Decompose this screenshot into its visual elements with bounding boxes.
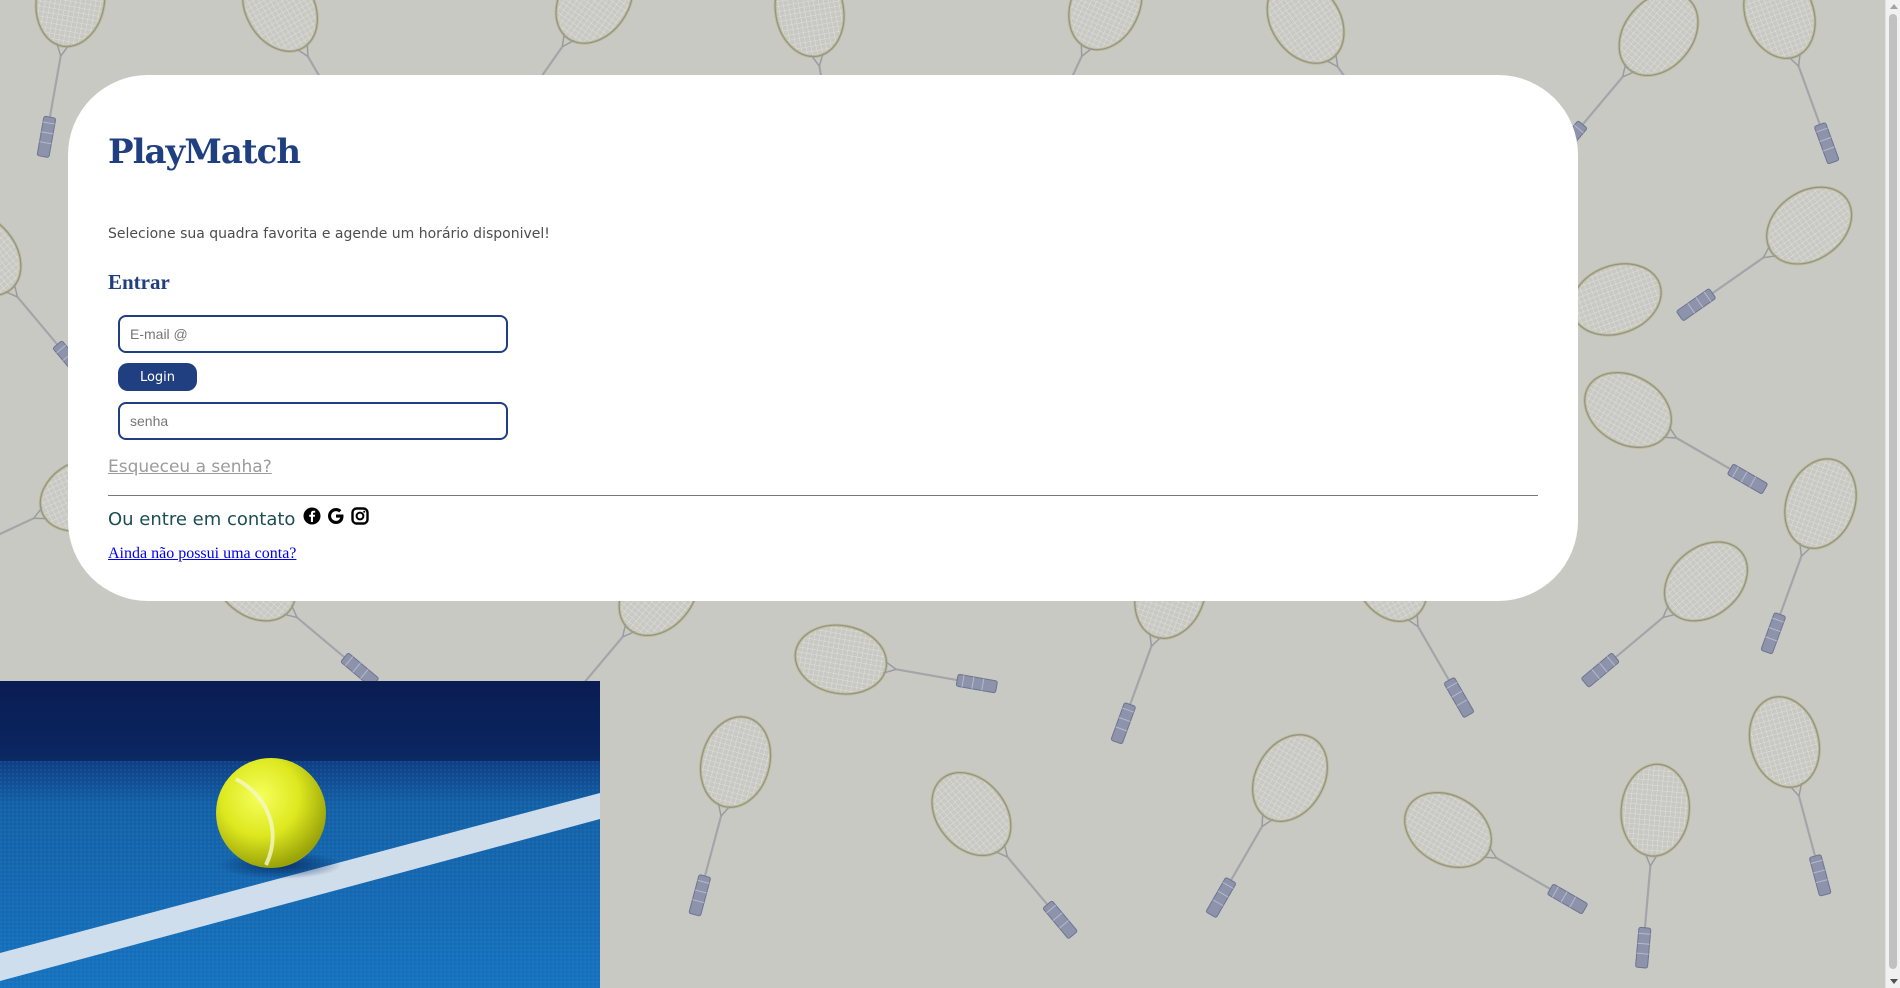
login-button[interactable]: Login: [118, 363, 197, 391]
instagram-icon[interactable]: [351, 507, 370, 525]
facebook-icon[interactable]: [303, 507, 321, 525]
tennis-ball-court-image: [0, 681, 600, 988]
section-title: Entrar: [108, 270, 170, 294]
password-field[interactable]: [118, 402, 508, 440]
contact-label: Ou entre em contato: [108, 508, 296, 530]
google-icon[interactable]: [327, 507, 345, 525]
divider: [108, 495, 1538, 496]
email-field[interactable]: [118, 315, 508, 353]
vertical-scrollbar[interactable]: [1885, 0, 1900, 988]
login-card: PlayMatch Selecione sua quadra favorita …: [68, 75, 1578, 601]
scrollbar-thumb[interactable]: [1889, 14, 1897, 969]
tagline: Selecione sua quadra favorita e agende u…: [108, 226, 550, 242]
signup-link[interactable]: Ainda não possui uma conta?: [108, 545, 296, 563]
forgot-password-link[interactable]: Esqueceu a senha?: [108, 457, 272, 477]
brand-logo: PlayMatch: [108, 132, 301, 172]
contact-row: Ou entre em contato: [108, 505, 375, 533]
scroll-down-arrow-icon[interactable]: [1890, 979, 1898, 984]
scroll-up-arrow-icon[interactable]: [1890, 4, 1898, 9]
